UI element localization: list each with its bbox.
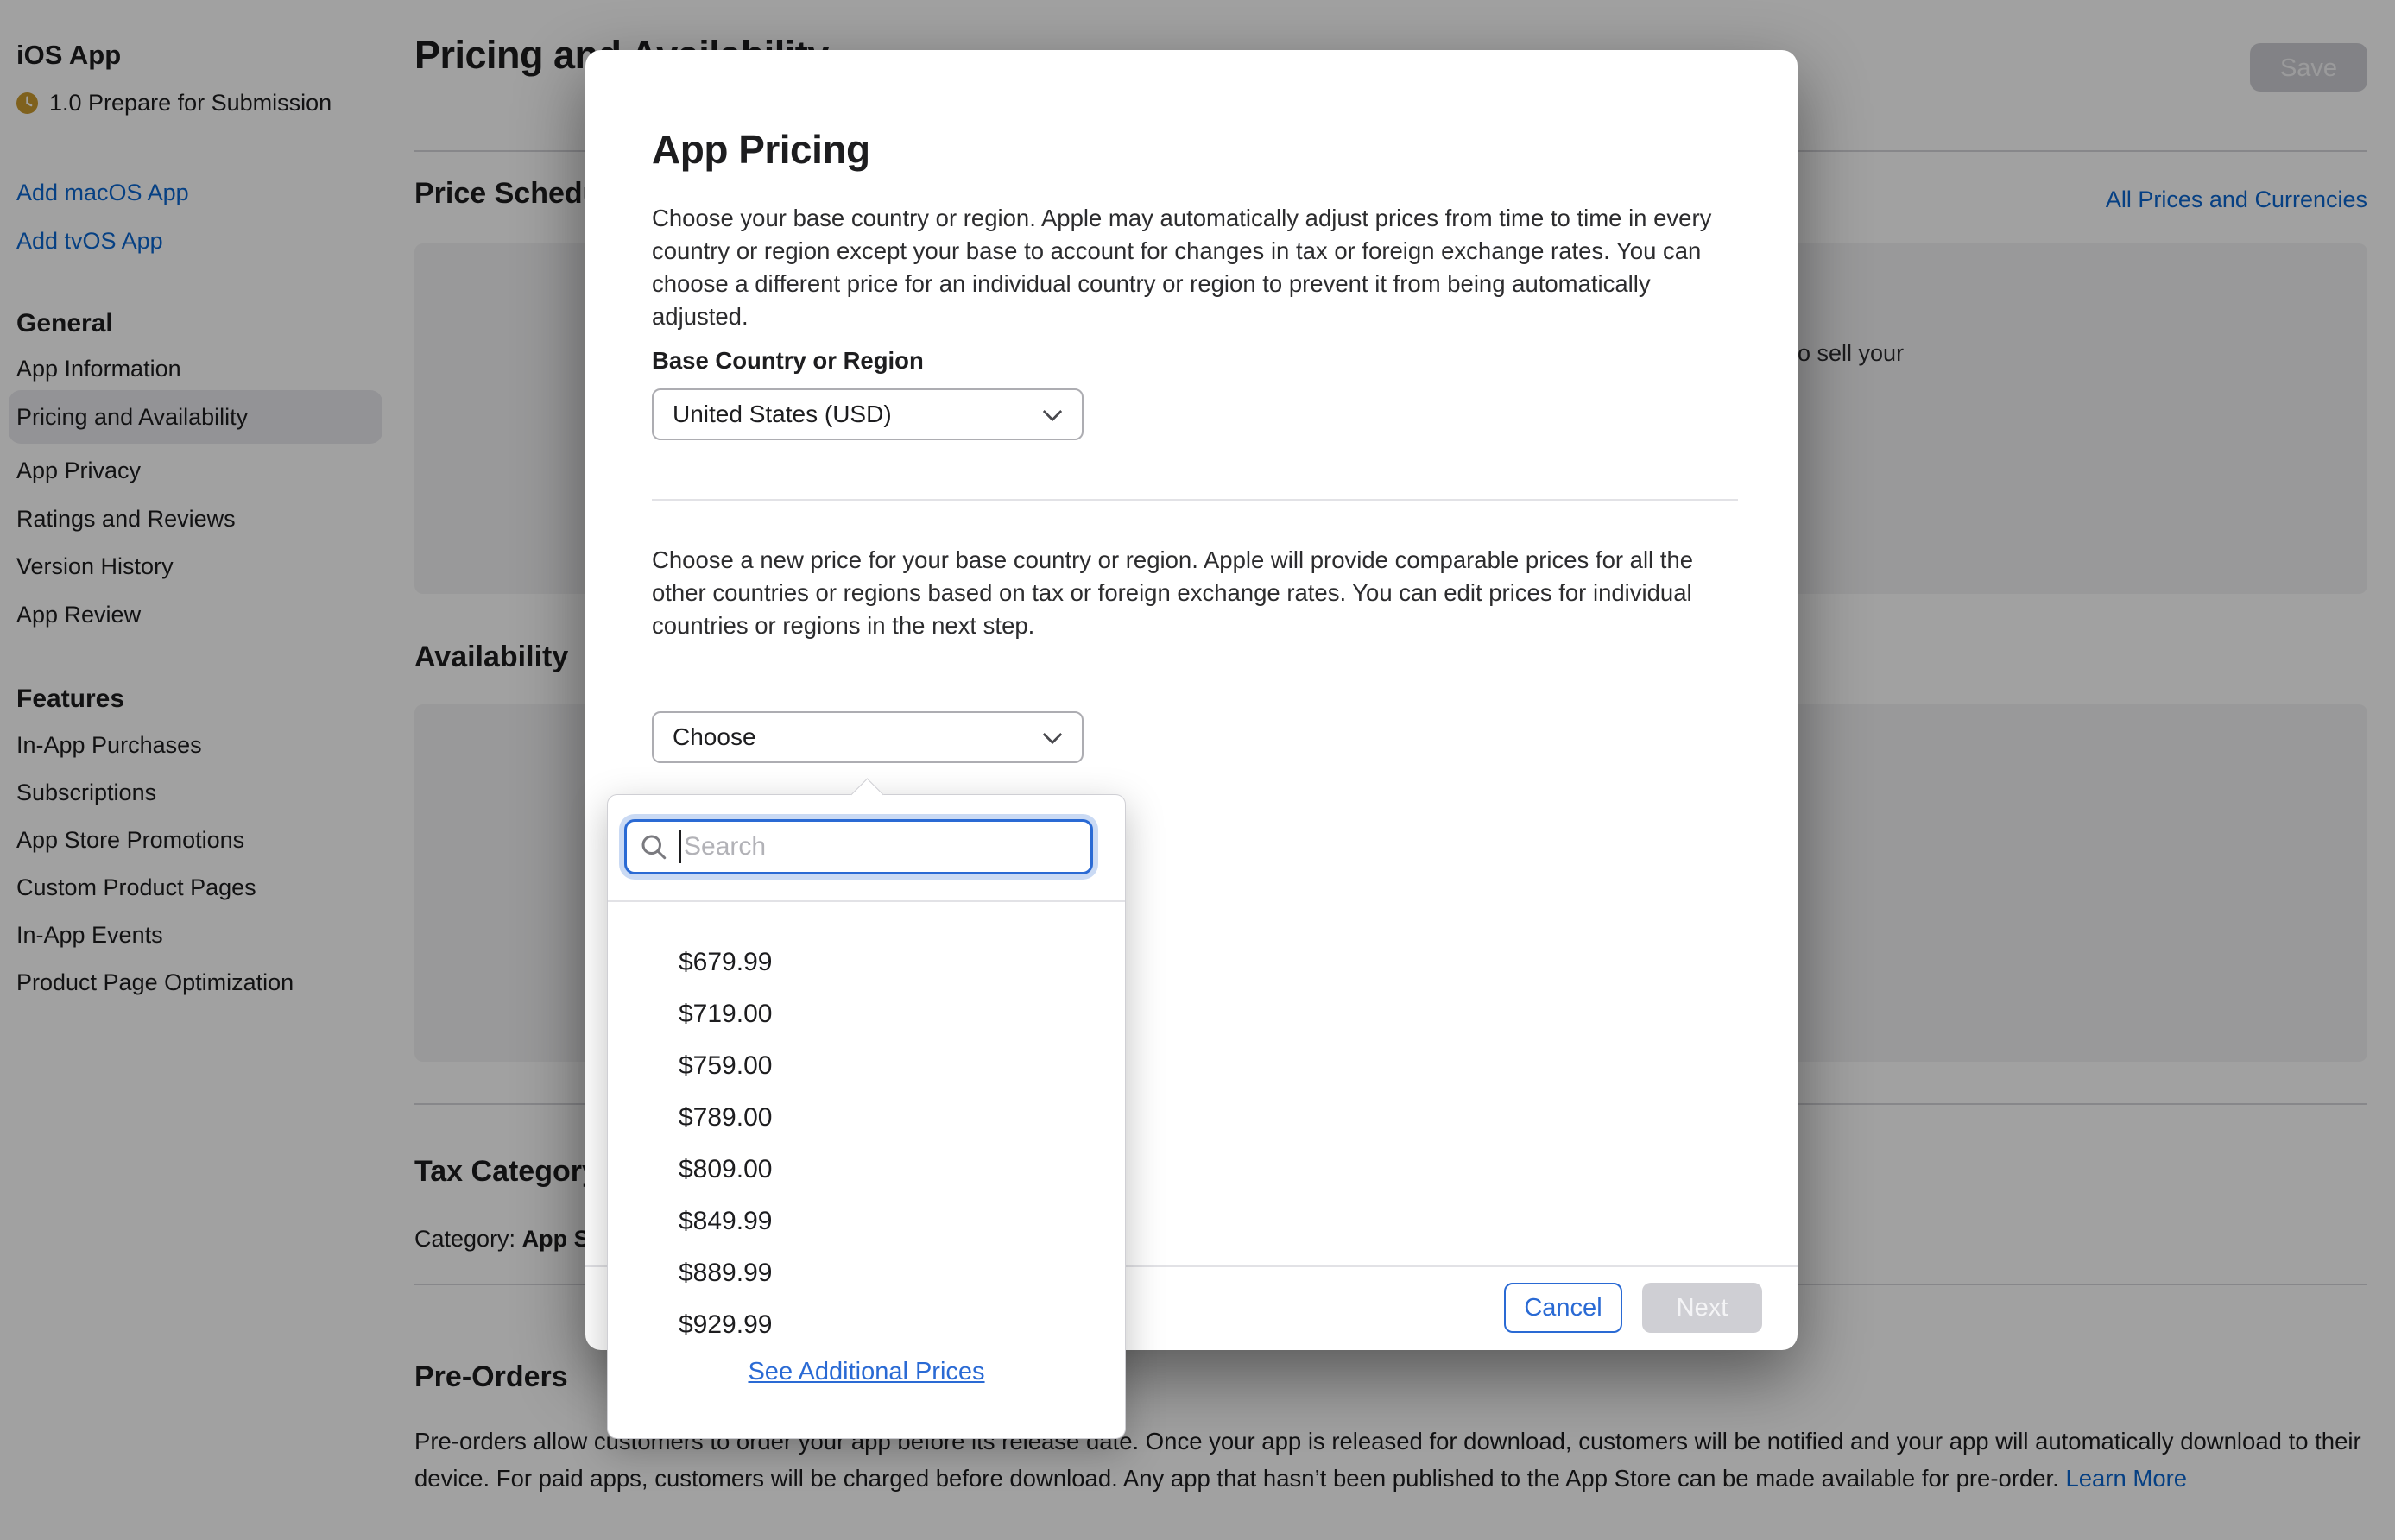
price-select[interactable]: Choose xyxy=(652,711,1084,763)
chevron-down-icon xyxy=(1043,402,1063,422)
intro-line: adjusted. xyxy=(652,300,1741,333)
divider xyxy=(652,499,1738,501)
price-select-value: Choose xyxy=(673,723,756,750)
intro-line: choose a different price for an individu… xyxy=(652,268,1741,300)
price-option[interactable]: $889.99 xyxy=(608,1247,1125,1299)
price-option[interactable]: $849.99 xyxy=(608,1196,1125,1247)
price-intro-line: countries or regions in the next step. xyxy=(652,609,1741,642)
see-additional-prices-link[interactable]: See Additional Prices xyxy=(748,1358,984,1385)
price-option[interactable]: $809.00 xyxy=(608,1144,1125,1196)
intro-line: country or region except your base to ac… xyxy=(652,235,1741,268)
modal-intro-paragraph: Choose your base country or region. Appl… xyxy=(652,202,1741,333)
price-option[interactable]: $789.00 xyxy=(608,1092,1125,1144)
price-search xyxy=(624,819,1093,874)
price-option[interactable]: $679.99 xyxy=(608,937,1125,988)
price-intro-paragraph: Choose a new price for your base country… xyxy=(652,544,1741,642)
base-country-label: Base Country or Region xyxy=(652,347,924,375)
intro-line: Choose your base country or region. Appl… xyxy=(652,202,1741,235)
price-intro-line: Choose a new price for your base country… xyxy=(652,544,1741,577)
cancel-button[interactable]: Cancel xyxy=(1504,1283,1622,1333)
base-country-value: United States (USD) xyxy=(673,401,892,427)
next-button[interactable]: Next xyxy=(1642,1283,1762,1333)
price-option[interactable]: $719.00 xyxy=(608,988,1125,1040)
divider xyxy=(608,900,1125,902)
chevron-down-icon xyxy=(1043,725,1063,745)
base-country-select[interactable]: United States (USD) xyxy=(652,388,1084,440)
modal-title: App Pricing xyxy=(652,126,870,173)
price-list: $679.99 $719.00 $759.00 $789.00 $809.00 … xyxy=(608,937,1125,1351)
price-dropdown-popover: $679.99 $719.00 $759.00 $789.00 $809.00 … xyxy=(607,794,1126,1439)
see-additional-prices-wrap: See Additional Prices xyxy=(608,1358,1125,1386)
price-option[interactable]: $929.99 xyxy=(608,1299,1125,1351)
price-option[interactable]: $759.00 xyxy=(608,1040,1125,1092)
price-intro-line: other countries or regions based on tax … xyxy=(652,577,1741,609)
app-store-connect-page: iOS App 1.0 Prepare for Submission Add m… xyxy=(0,0,2395,1540)
search-input[interactable] xyxy=(624,819,1093,874)
text-caret xyxy=(679,830,681,863)
